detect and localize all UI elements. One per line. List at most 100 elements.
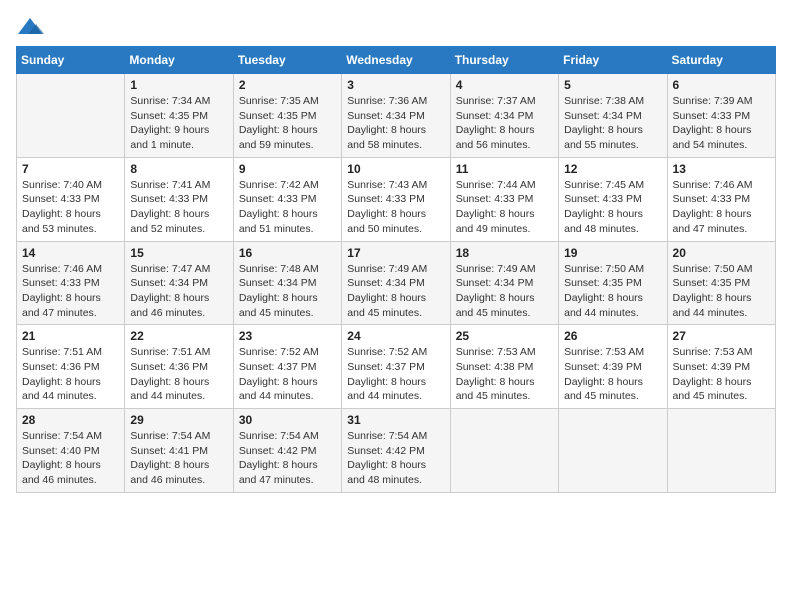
day-number: 12 [564,162,661,176]
calendar-cell: 2 Sunrise: 7:35 AMSunset: 4:35 PMDaylight… [233,74,341,158]
day-number: 27 [673,329,770,343]
calendar-cell: 13 Sunrise: 7:46 AMSunset: 4:33 PMDayligh… [667,157,775,241]
day-number: 14 [22,246,119,260]
weekday-header-row: SundayMondayTuesdayWednesdayThursdayFrid… [17,47,776,74]
day-number: 26 [564,329,661,343]
day-info: Sunrise: 7:38 AMSunset: 4:34 PMDaylight:… [564,94,661,153]
calendar-cell: 10 Sunrise: 7:43 AMSunset: 4:33 PMDayligh… [342,157,450,241]
day-info: Sunrise: 7:50 AMSunset: 4:35 PMDaylight:… [564,262,661,321]
weekday-header-saturday: Saturday [667,47,775,74]
day-number: 29 [130,413,227,427]
day-info: Sunrise: 7:42 AMSunset: 4:33 PMDaylight:… [239,178,336,237]
logo [16,16,48,38]
calendar-cell: 24 Sunrise: 7:52 AMSunset: 4:37 PMDayligh… [342,325,450,409]
weekday-header-friday: Friday [559,47,667,74]
day-info: Sunrise: 7:34 AMSunset: 4:35 PMDaylight:… [130,94,227,153]
calendar-week-4: 21Sunrise: 7:51 AMSunset: 4:36 PMDayligh… [17,325,776,409]
calendar-cell: 6 Sunrise: 7:39 AMSunset: 4:33 PMDaylight… [667,74,775,158]
day-info: Sunrise: 7:46 AMSunset: 4:33 PMDaylight:… [22,262,119,321]
day-number: 28 [22,413,119,427]
day-info: Sunrise: 7:41 AMSunset: 4:33 PMDaylight:… [130,178,227,237]
calendar-cell: 17 Sunrise: 7:49 AMSunset: 4:34 PMDayligh… [342,241,450,325]
calendar-cell: 1 Sunrise: 7:34 AMSunset: 4:35 PMDaylight… [125,74,233,158]
day-info: Sunrise: 7:35 AMSunset: 4:35 PMDaylight:… [239,94,336,153]
calendar-week-3: 14 Sunrise: 7:46 AMSunset: 4:33 PMDayligh… [17,241,776,325]
day-info: Sunrise: 7:54 AMSunset: 4:42 PMDaylight:… [239,429,336,488]
day-info: Sunrise: 7:54 AMSunset: 4:40 PMDaylight:… [22,429,119,488]
day-info: Sunrise: 7:44 AMSunset: 4:33 PMDaylight:… [456,178,553,237]
day-info: Sunrise: 7:50 AMSunset: 4:35 PMDaylight:… [673,262,770,321]
calendar-cell: 31Sunrise: 7:54 AMSunset: 4:42 PMDayligh… [342,409,450,493]
weekday-header-thursday: Thursday [450,47,558,74]
day-number: 7 [22,162,119,176]
weekday-header-tuesday: Tuesday [233,47,341,74]
day-number: 11 [456,162,553,176]
day-number: 30 [239,413,336,427]
calendar-cell: 29 Sunrise: 7:54 AMSunset: 4:41 PMDayligh… [125,409,233,493]
calendar-cell: 23Sunrise: 7:52 AMSunset: 4:37 PMDayligh… [233,325,341,409]
calendar-cell: 16Sunrise: 7:48 AMSunset: 4:34 PMDayligh… [233,241,341,325]
day-info: Sunrise: 7:37 AMSunset: 4:34 PMDaylight:… [456,94,553,153]
calendar-cell: 11 Sunrise: 7:44 AMSunset: 4:33 PMDayligh… [450,157,558,241]
day-number: 2 [239,78,336,92]
day-info: Sunrise: 7:52 AMSunset: 4:37 PMDaylight:… [239,345,336,404]
calendar-cell: 9 Sunrise: 7:42 AMSunset: 4:33 PMDaylight… [233,157,341,241]
day-info: Sunrise: 7:54 AMSunset: 4:41 PMDaylight:… [130,429,227,488]
day-info: Sunrise: 7:49 AMSunset: 4:34 PMDaylight:… [347,262,444,321]
calendar-cell [559,409,667,493]
day-info: Sunrise: 7:45 AMSunset: 4:33 PMDaylight:… [564,178,661,237]
day-number: 9 [239,162,336,176]
day-info: Sunrise: 7:47 AMSunset: 4:34 PMDaylight:… [130,262,227,321]
day-info: Sunrise: 7:46 AMSunset: 4:33 PMDaylight:… [673,178,770,237]
day-info: Sunrise: 7:39 AMSunset: 4:33 PMDaylight:… [673,94,770,153]
calendar-cell: 14 Sunrise: 7:46 AMSunset: 4:33 PMDayligh… [17,241,125,325]
calendar-cell: 5 Sunrise: 7:38 AMSunset: 4:34 PMDaylight… [559,74,667,158]
calendar-cell: 4 Sunrise: 7:37 AMSunset: 4:34 PMDaylight… [450,74,558,158]
calendar-cell [17,74,125,158]
calendar-cell: 21Sunrise: 7:51 AMSunset: 4:36 PMDayligh… [17,325,125,409]
day-number: 6 [673,78,770,92]
day-number: 20 [673,246,770,260]
day-number: 18 [456,246,553,260]
day-number: 8 [130,162,227,176]
calendar-table: SundayMondayTuesdayWednesdayThursdayFrid… [16,46,776,493]
day-info: Sunrise: 7:49 AMSunset: 4:34 PMDaylight:… [456,262,553,321]
calendar-cell: 18 Sunrise: 7:49 AMSunset: 4:34 PMDayligh… [450,241,558,325]
calendar-cell: 22Sunrise: 7:51 AMSunset: 4:36 PMDayligh… [125,325,233,409]
calendar-cell: 27 Sunrise: 7:53 AMSunset: 4:39 PMDayligh… [667,325,775,409]
calendar-cell: 30 Sunrise: 7:54 AMSunset: 4:42 PMDayligh… [233,409,341,493]
weekday-header-monday: Monday [125,47,233,74]
day-number: 24 [347,329,444,343]
calendar-cell: 12 Sunrise: 7:45 AMSunset: 4:33 PMDayligh… [559,157,667,241]
day-info: Sunrise: 7:53 AMSunset: 4:39 PMDaylight:… [673,345,770,404]
day-number: 31 [347,413,444,427]
day-number: 10 [347,162,444,176]
day-number: 16 [239,246,336,260]
day-info: Sunrise: 7:51 AMSunset: 4:36 PMDaylight:… [130,345,227,404]
calendar-cell [450,409,558,493]
page-header [16,16,776,38]
calendar-cell: 3Sunrise: 7:36 AMSunset: 4:34 PMDaylight… [342,74,450,158]
day-number: 17 [347,246,444,260]
day-info: Sunrise: 7:36 AMSunset: 4:34 PMDaylight:… [347,94,444,153]
calendar-cell: 15 Sunrise: 7:47 AMSunset: 4:34 PMDayligh… [125,241,233,325]
calendar-week-1: 1 Sunrise: 7:34 AMSunset: 4:35 PMDaylight… [17,74,776,158]
day-number: 25 [456,329,553,343]
calendar-cell: 19 Sunrise: 7:50 AMSunset: 4:35 PMDayligh… [559,241,667,325]
calendar-week-2: 7 Sunrise: 7:40 AMSunset: 4:33 PMDaylight… [17,157,776,241]
day-number: 4 [456,78,553,92]
day-number: 1 [130,78,227,92]
day-number: 13 [673,162,770,176]
calendar-cell: 25Sunrise: 7:53 AMSunset: 4:38 PMDayligh… [450,325,558,409]
calendar-cell: 26Sunrise: 7:53 AMSunset: 4:39 PMDayligh… [559,325,667,409]
day-number: 15 [130,246,227,260]
calendar-week-5: 28 Sunrise: 7:54 AMSunset: 4:40 PMDayligh… [17,409,776,493]
calendar-cell: 28 Sunrise: 7:54 AMSunset: 4:40 PMDayligh… [17,409,125,493]
day-info: Sunrise: 7:40 AMSunset: 4:33 PMDaylight:… [22,178,119,237]
calendar-cell [667,409,775,493]
day-number: 5 [564,78,661,92]
day-info: Sunrise: 7:43 AMSunset: 4:33 PMDaylight:… [347,178,444,237]
day-number: 19 [564,246,661,260]
day-info: Sunrise: 7:52 AMSunset: 4:37 PMDaylight:… [347,345,444,404]
weekday-header-wednesday: Wednesday [342,47,450,74]
